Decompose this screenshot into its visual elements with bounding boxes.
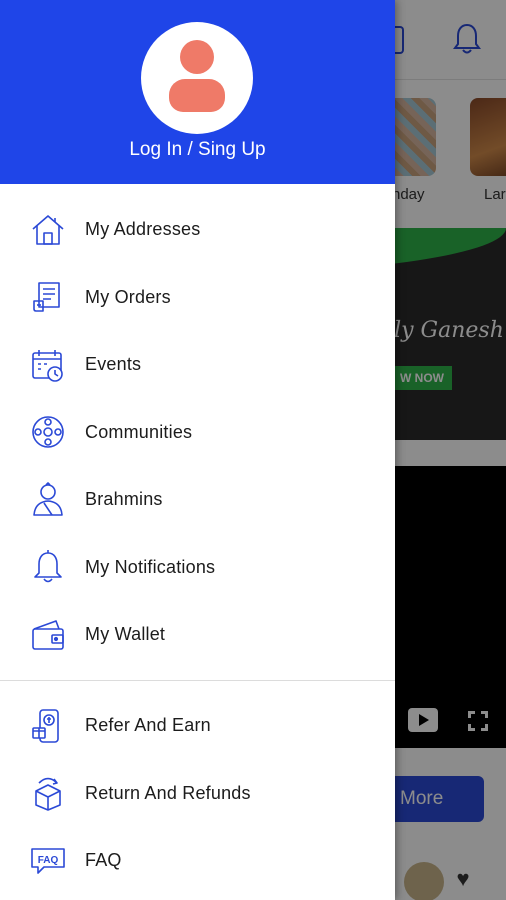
bell-icon bbox=[30, 549, 66, 585]
brahmin-icon bbox=[30, 481, 66, 518]
drawer-menu: My Addresses My Orders Events Communitie… bbox=[0, 196, 395, 669]
menu-item-my-wallet[interactable]: My Wallet bbox=[0, 601, 395, 669]
home-icon bbox=[30, 212, 66, 248]
menu-item-label: My Notifications bbox=[85, 556, 216, 577]
menu-item-events[interactable]: Events bbox=[0, 331, 395, 399]
communities-icon bbox=[30, 414, 66, 450]
menu-item-label: Return And Refunds bbox=[85, 782, 251, 803]
menu-item-label: Refer And Earn bbox=[85, 715, 211, 736]
menu-item-label: My Orders bbox=[85, 286, 171, 307]
menu-item-brahmins[interactable]: Brahmins bbox=[0, 466, 395, 534]
avatar-body bbox=[169, 79, 225, 112]
menu-divider bbox=[0, 680, 395, 681]
menu-item-refer-and-earn[interactable]: Refer And Earn bbox=[0, 692, 395, 760]
menu-item-my-addresses[interactable]: My Addresses bbox=[0, 196, 395, 264]
drawer-secondary-menu: Refer And Earn Return And Refunds FAQ FA… bbox=[0, 692, 395, 895]
refer-icon bbox=[30, 708, 66, 744]
menu-item-my-orders[interactable]: My Orders bbox=[0, 264, 395, 332]
navigation-drawer: Log In / Sing Up My Addresses My Orders … bbox=[0, 0, 395, 900]
menu-item-label: Events bbox=[85, 354, 142, 375]
menu-item-label: My Wallet bbox=[85, 624, 166, 645]
menu-item-my-notifications[interactable]: My Notifications bbox=[0, 534, 395, 602]
menu-item-label: Communities bbox=[85, 421, 193, 442]
menu-item-label: FAQ bbox=[85, 850, 122, 871]
menu-item-return-and-refunds[interactable]: Return And Refunds bbox=[0, 760, 395, 828]
drawer-header: Log In / Sing Up bbox=[0, 0, 395, 184]
calendar-icon bbox=[30, 347, 66, 383]
menu-item-communities[interactable]: Communities bbox=[0, 399, 395, 467]
faq-icon: FAQ bbox=[30, 843, 66, 879]
menu-item-faq[interactable]: FAQ FAQ bbox=[0, 827, 395, 895]
return-icon bbox=[30, 775, 66, 812]
orders-icon bbox=[30, 279, 66, 315]
svg-text:FAQ: FAQ bbox=[38, 855, 59, 866]
login-signup-link[interactable]: Log In / Sing Up bbox=[0, 138, 395, 162]
wallet-icon bbox=[30, 617, 66, 653]
avatar-head bbox=[180, 40, 214, 74]
menu-item-label: My Addresses bbox=[85, 219, 201, 240]
menu-item-label: Brahmins bbox=[85, 489, 163, 510]
user-avatar[interactable] bbox=[141, 22, 253, 134]
